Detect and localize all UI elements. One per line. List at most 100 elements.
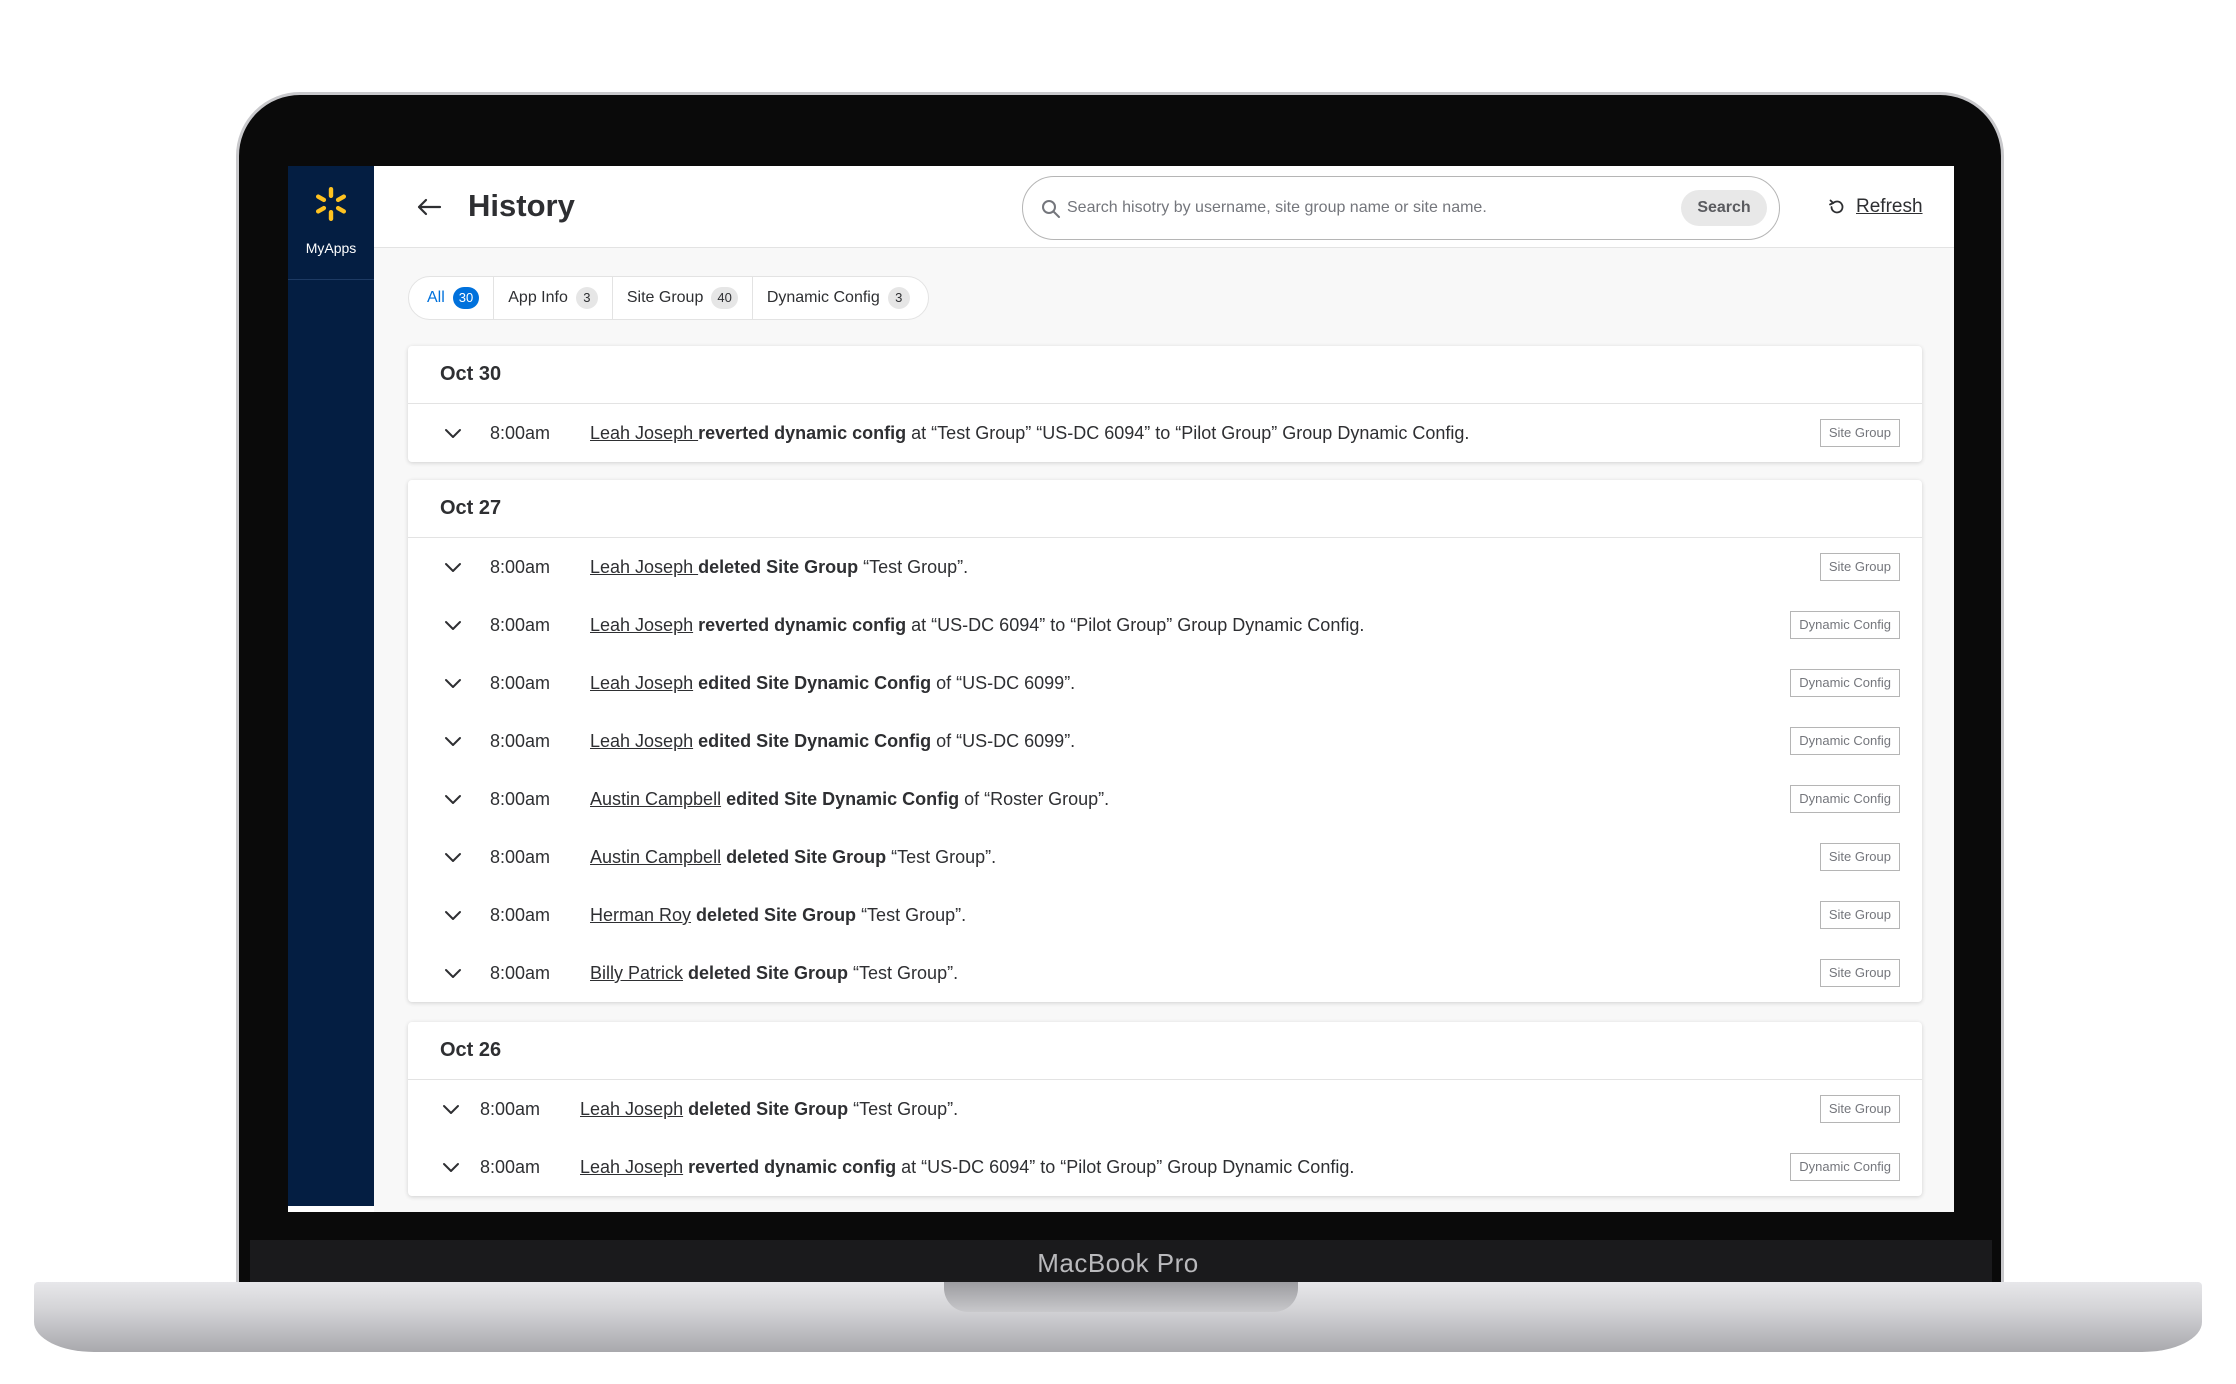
user-link[interactable]: Leah Joseph bbox=[590, 423, 698, 443]
day-date-heading: Oct 30 bbox=[408, 346, 1922, 404]
day-date-heading: Oct 26 bbox=[408, 1022, 1922, 1080]
entry-description: Leah Joseph reverted dynamic config at “… bbox=[580, 1157, 1354, 1178]
category-badge: Dynamic Config bbox=[1790, 611, 1900, 639]
entry-description: Leah Joseph deleted Site Group “Test Gro… bbox=[580, 1099, 958, 1120]
tab-label: All bbox=[427, 289, 445, 306]
entry-action: deleted Site Group bbox=[721, 847, 887, 867]
chevron-down-icon[interactable] bbox=[444, 792, 462, 806]
history-entry: 8:00am Austin Campbell edited Site Dynam… bbox=[408, 770, 1922, 828]
history-entry: 8:00am Leah Joseph reverted dynamic conf… bbox=[408, 404, 1922, 462]
user-link[interactable]: Leah Joseph bbox=[590, 557, 698, 577]
category-badge: Site Group bbox=[1819, 419, 1900, 447]
entry-time: 8:00am bbox=[490, 615, 551, 635]
history-day-group: Oct 27 8:00am Leah Joseph deleted Site G… bbox=[408, 480, 1922, 1002]
sidebar: MyApps bbox=[288, 166, 374, 1206]
category-badge: Dynamic Config bbox=[1790, 727, 1900, 755]
entry-description: Leah Joseph edited Site Dynamic Config o… bbox=[590, 731, 1075, 752]
day-date-heading: Oct 27 bbox=[408, 480, 1922, 538]
entry-detail: “Test Group”. bbox=[848, 1099, 959, 1119]
entry-time: 8:00am bbox=[480, 1157, 541, 1177]
history-entry: 8:00am Austin Campbell deleted Site Grou… bbox=[408, 828, 1922, 886]
laptop-notch bbox=[944, 1282, 1298, 1312]
entry-description: Leah Joseph reverted dynamic config at “… bbox=[590, 615, 1364, 636]
chevron-down-icon[interactable] bbox=[444, 966, 462, 980]
entry-action: reverted dynamic config bbox=[698, 423, 907, 443]
entry-description: Leah Joseph deleted Site Group “Test Gro… bbox=[590, 557, 968, 578]
user-link[interactable]: Leah Joseph bbox=[590, 673, 693, 693]
user-link[interactable]: Leah Joseph bbox=[580, 1157, 683, 1177]
entry-time: 8:00am bbox=[490, 731, 551, 751]
chevron-down-icon[interactable] bbox=[444, 560, 462, 574]
chevron-down-icon[interactable] bbox=[444, 618, 462, 632]
entry-action: deleted Site Group bbox=[691, 905, 857, 925]
user-link[interactable]: Billy Patrick bbox=[590, 963, 683, 983]
main-content: History Search Refresh All 30 bbox=[374, 166, 1954, 1212]
chevron-down-icon[interactable] bbox=[442, 1102, 460, 1116]
entry-action: deleted Site Group bbox=[683, 1099, 849, 1119]
laptop-model-label: MacBook Pro bbox=[1037, 1248, 1199, 1278]
user-link[interactable]: Leah Joseph bbox=[590, 615, 693, 635]
search-input[interactable] bbox=[1067, 193, 1667, 223]
chevron-down-icon[interactable] bbox=[444, 426, 462, 440]
tab-site-group[interactable]: Site Group 40 bbox=[613, 277, 753, 319]
filter-tabs: All 30 App Info 3 Site Group 40 Dynamic … bbox=[408, 276, 929, 320]
chevron-down-icon[interactable] bbox=[444, 850, 462, 864]
app-screen: MyApps History Search Ref bbox=[288, 166, 1954, 1212]
user-link[interactable]: Leah Joseph bbox=[590, 731, 693, 751]
entry-detail: at “US-DC 6094” to “Pilot Group” Group D… bbox=[896, 1157, 1355, 1177]
user-link[interactable]: Leah Joseph bbox=[580, 1099, 683, 1119]
entry-action: deleted Site Group bbox=[683, 963, 849, 983]
entry-detail: “Test Group”. bbox=[858, 557, 969, 577]
entry-time: 8:00am bbox=[490, 423, 551, 443]
history-day-group: Oct 26 8:00am Leah Joseph deleted Site G… bbox=[408, 1022, 1922, 1196]
entry-detail: of “US-DC 6099”. bbox=[931, 731, 1076, 751]
search-icon bbox=[1042, 200, 1060, 218]
spark-logo-icon bbox=[315, 187, 347, 221]
entry-detail: “Test Group”. bbox=[886, 847, 997, 867]
user-link[interactable]: Austin Campbell bbox=[590, 847, 721, 867]
history-entry: 8:00am Billy Patrick deleted Site Group … bbox=[408, 944, 1922, 1002]
chevron-down-icon[interactable] bbox=[444, 908, 462, 922]
entry-action: reverted dynamic config bbox=[683, 1157, 897, 1177]
tab-count-badge: 40 bbox=[711, 287, 738, 309]
tab-label: App Info bbox=[508, 289, 568, 306]
entry-time: 8:00am bbox=[490, 557, 551, 577]
entry-detail: “Test Group”. bbox=[856, 905, 967, 925]
entry-description: Leah Joseph edited Site Dynamic Config o… bbox=[590, 673, 1075, 694]
user-link[interactable]: Herman Roy bbox=[590, 905, 691, 925]
tab-all[interactable]: All 30 bbox=[413, 277, 495, 319]
tab-app-info[interactable]: App Info 3 bbox=[494, 277, 613, 319]
chevron-down-icon[interactable] bbox=[444, 676, 462, 690]
user-link[interactable]: Austin Campbell bbox=[590, 789, 721, 809]
history-entry: 8:00am Leah Joseph reverted dynamic conf… bbox=[408, 596, 1922, 654]
entry-detail: of “Roster Group”. bbox=[959, 789, 1110, 809]
entry-description: Herman Roy deleted Site Group “Test Grou… bbox=[590, 905, 966, 926]
entry-description: Austin Campbell edited Site Dynamic Conf… bbox=[590, 789, 1109, 810]
refresh-icon bbox=[1829, 199, 1844, 214]
search-box: Search bbox=[1022, 176, 1780, 240]
entry-time: 8:00am bbox=[490, 905, 551, 925]
search-button[interactable]: Search bbox=[1681, 190, 1767, 226]
back-arrow-icon[interactable] bbox=[416, 194, 442, 220]
history-entry: 8:00am Leah Joseph reverted dynamic conf… bbox=[408, 1138, 1922, 1196]
entry-description: Billy Patrick deleted Site Group “Test G… bbox=[590, 963, 958, 984]
chevron-down-icon[interactable] bbox=[442, 1160, 460, 1174]
chevron-down-icon[interactable] bbox=[444, 734, 462, 748]
entry-action: edited Site Dynamic Config bbox=[693, 673, 932, 693]
history-entry: 8:00am Leah Joseph edited Site Dynamic C… bbox=[408, 654, 1922, 712]
entry-time: 8:00am bbox=[490, 673, 551, 693]
entry-description: Leah Joseph reverted dynamic config at “… bbox=[590, 423, 1469, 444]
tab-dynamic-config[interactable]: Dynamic Config 3 bbox=[753, 277, 924, 319]
entry-time: 8:00am bbox=[480, 1099, 541, 1119]
tab-count-badge: 3 bbox=[575, 287, 598, 309]
entry-detail: at “US-DC 6094” to “Pilot Group” Group D… bbox=[906, 615, 1365, 635]
history-entry: 8:00am Leah Joseph deleted Site Group “T… bbox=[408, 538, 1922, 596]
category-badge: Dynamic Config bbox=[1790, 1153, 1900, 1181]
entry-detail: of “US-DC 6099”. bbox=[931, 673, 1076, 693]
tab-count-badge: 30 bbox=[452, 287, 480, 309]
brand-home-link[interactable]: MyApps bbox=[288, 166, 374, 280]
refresh-button[interactable]: Refresh bbox=[1828, 194, 1923, 220]
history-entry: 8:00am Leah Joseph deleted Site Group “T… bbox=[408, 1080, 1922, 1138]
entry-detail: “Test Group”. bbox=[848, 963, 959, 983]
entry-action: edited Site Dynamic Config bbox=[721, 789, 960, 809]
